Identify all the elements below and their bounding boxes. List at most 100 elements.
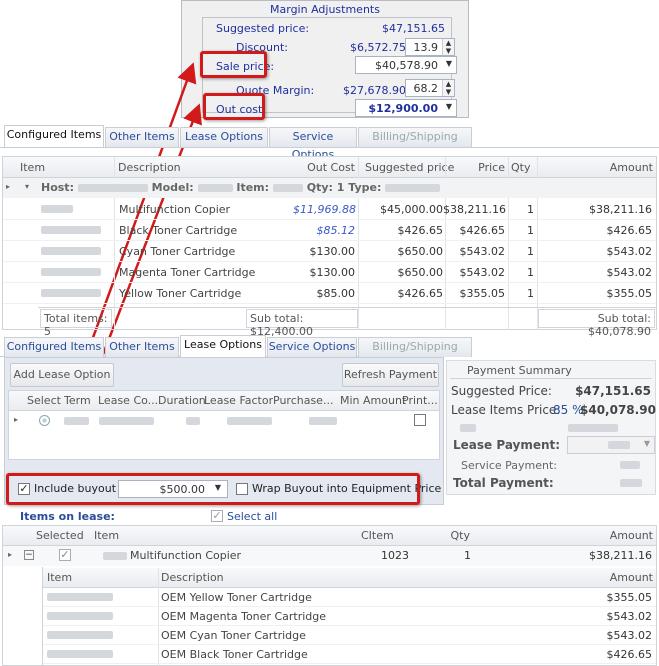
lease-col-duration[interactable]: Duration (158, 394, 206, 407)
lease-items-col-citem[interactable]: CItem (361, 529, 394, 542)
group-model-label: Model: (151, 181, 194, 194)
tab-service-options[interactable]: Service Options (269, 127, 357, 161)
row-qty: 1 (527, 287, 534, 300)
col-suggested-price[interactable]: Suggested price (365, 161, 454, 174)
lease-item-qty: 1 (464, 549, 471, 562)
lease-items-col-selected[interactable]: Selected (36, 529, 84, 542)
sub-row-description: OEM Black Toner Cartridge (161, 648, 308, 661)
row-description: Multifunction Copier (119, 203, 231, 216)
table-row[interactable]: Cyan Toner Cartridge $130.00 $650.00 $543.0… (3, 241, 656, 262)
collapse-icon[interactable]: ▾ (25, 182, 29, 191)
row-price: $355.05 (459, 287, 506, 300)
col-item[interactable]: Item (20, 161, 45, 174)
tab2-lease-options[interactable]: Lease Options (180, 335, 266, 357)
lease-col-min-amount[interactable]: Min Amount (340, 394, 406, 407)
list-item[interactable]: OEM Yellow Toner Cartridge $355.05 (43, 588, 656, 607)
tab2-service-options[interactable]: Service Options (267, 337, 357, 357)
table-row[interactable]: Magenta Toner Cartridge $130.00 $650.00 $54… (3, 262, 656, 283)
row-suggested-price: $45,000.00 (380, 203, 443, 216)
subtotal-amount-text: Sub total: $40,078.90 (588, 312, 651, 338)
sub-col-description[interactable]: Description (161, 571, 224, 584)
row-amount: $543.02 (606, 245, 653, 258)
list-item[interactable]: OEM Cyan Toner Cartridge $543.02 (43, 626, 656, 645)
row-price: $426.65 (459, 224, 506, 237)
refresh-payment-button[interactable]: Refresh Payment (342, 363, 439, 387)
row-qty: 1 (527, 203, 534, 216)
sub-col-item[interactable]: Item (47, 571, 72, 584)
lease-col-term[interactable]: Term (64, 394, 92, 407)
lease-items-col-item[interactable]: Item (94, 529, 119, 542)
row-amount: $355.05 (606, 287, 653, 300)
col-description[interactable]: Description (118, 161, 181, 174)
tab2-configured-items[interactable]: Configured Items (4, 337, 104, 357)
summary-suggested-label: Suggested Price: (451, 384, 552, 398)
lease-col-purchase[interactable]: Purchase... (273, 394, 333, 407)
lease-item-main-row[interactable]: ▸ − ✓ Multifunction Copier 1023 1 $38,21… (3, 546, 656, 566)
sub-row-amount: $543.02 (606, 629, 653, 642)
col-out-cost[interactable]: Out Cost (293, 161, 355, 174)
print-checkbox[interactable] (414, 414, 426, 426)
lease-item-amount: $38,211.16 (589, 549, 652, 562)
tab-billing-shipping[interactable]: Billing/Shipping (358, 127, 472, 147)
col-qty[interactable]: Qty (511, 161, 530, 174)
row-description: Black Toner Cartridge (119, 224, 238, 237)
tab-other-items[interactable]: Other Items (105, 127, 179, 147)
table-row[interactable]: Black Toner Cartridge $85.12 $426.65 $426.6… (3, 220, 656, 241)
select-all-label[interactable]: Select all (227, 510, 277, 523)
group-row[interactable]: ▸ ▾ Host: Model: Item: Qty: 1 Type: (3, 178, 656, 198)
lease-col-select[interactable]: Select (27, 394, 61, 407)
summary-lease-payment-label: Lease Payment: (453, 438, 561, 452)
lease-grid-row[interactable]: ▸ (9, 411, 439, 431)
sub-row-description: OEM Magenta Toner Cartridge (161, 610, 327, 623)
row-suggested-price: $650.00 (397, 245, 444, 258)
select-radio[interactable] (39, 415, 50, 426)
row-indicator-icon: ▸ (8, 550, 13, 559)
tab-lease-options[interactable]: Lease Options (180, 127, 268, 147)
row-amount: $543.02 (606, 266, 653, 279)
expand-arrow-icon[interactable]: ▸ (6, 182, 10, 191)
sub-row-description: OEM Yellow Toner Cartridge (161, 591, 312, 604)
tab2-other-items[interactable]: Other Items (105, 337, 179, 357)
payment-summary-panel (446, 360, 656, 495)
select-all-checkbox[interactable]: ✓ (211, 510, 223, 522)
lease-grid-header: Select Term Lease Co... Duration Lease F… (9, 391, 439, 411)
chevron-down-icon[interactable]: ▼ (644, 439, 650, 448)
tab-configured-items[interactable]: Configured Items (4, 125, 104, 147)
lease-payment-dropdown[interactable]: ▼ (567, 436, 655, 454)
lease-items-col-qty[interactable]: Qty (423, 529, 470, 542)
row-suggested-price: $426.65 (397, 287, 444, 300)
table-row[interactable]: Multifunction Copier $11,969.88 $45,000.00… (3, 199, 656, 220)
lease-items-col-amount[interactable]: Amount (563, 529, 653, 542)
collapse-box-icon[interactable]: − (24, 550, 34, 560)
subtotal-out-box: Sub total: $12,400.00 (246, 309, 358, 338)
group-type-label: Type: (348, 181, 382, 194)
row-description: Yellow Toner Cartridge (119, 287, 242, 300)
list-item[interactable]: OEM Magenta Toner Cartridge $543.02 (43, 607, 656, 626)
group-host-label: Host: (41, 181, 74, 194)
table-row[interactable]: Yellow Toner Cartridge $85.00 $426.65 $355.… (3, 283, 656, 304)
lease-item-selected-checkbox[interactable]: ✓ (59, 549, 71, 561)
row-qty: 1 (527, 266, 534, 279)
items-on-lease-title: Items on lease: (20, 510, 115, 523)
row-price: $38,211.16 (443, 203, 506, 216)
buyout-highlight (6, 473, 420, 505)
row-out-cost[interactable]: $11,969.88 (293, 203, 356, 216)
lease-col-print[interactable]: Print... (402, 394, 438, 407)
summary-lease-items-pct: 85 % (553, 403, 584, 417)
add-lease-option-button[interactable]: Add Lease Option (10, 363, 114, 387)
row-out-cost[interactable]: $85.12 (293, 224, 356, 237)
sub-col-amount[interactable]: Amount (563, 571, 653, 584)
lease-col-lease-co[interactable]: Lease Co... (98, 394, 158, 407)
summary-lease-items-value: $40,078.90 (580, 403, 656, 417)
summary-lease-items-label: Lease Items Price: (451, 403, 561, 417)
tab2-billing-shipping[interactable]: Billing/Shipping (358, 337, 472, 357)
summary-divider (450, 378, 652, 379)
configured-items-header: Item Description Out Cost Suggested pric… (3, 157, 656, 178)
subtotal-amount-box: Sub total: $40,078.90 (538, 309, 655, 338)
lease-col-lease-factor[interactable]: Lease Factor (204, 394, 273, 407)
row-price: $543.02 (459, 266, 506, 279)
lease-item-name: Multifunction Copier (130, 549, 242, 562)
col-price[interactable]: Price (453, 161, 505, 174)
col-amount[interactable]: Amount (563, 161, 653, 174)
list-item[interactable]: OEM Black Toner Cartridge $426.65 (43, 645, 656, 664)
